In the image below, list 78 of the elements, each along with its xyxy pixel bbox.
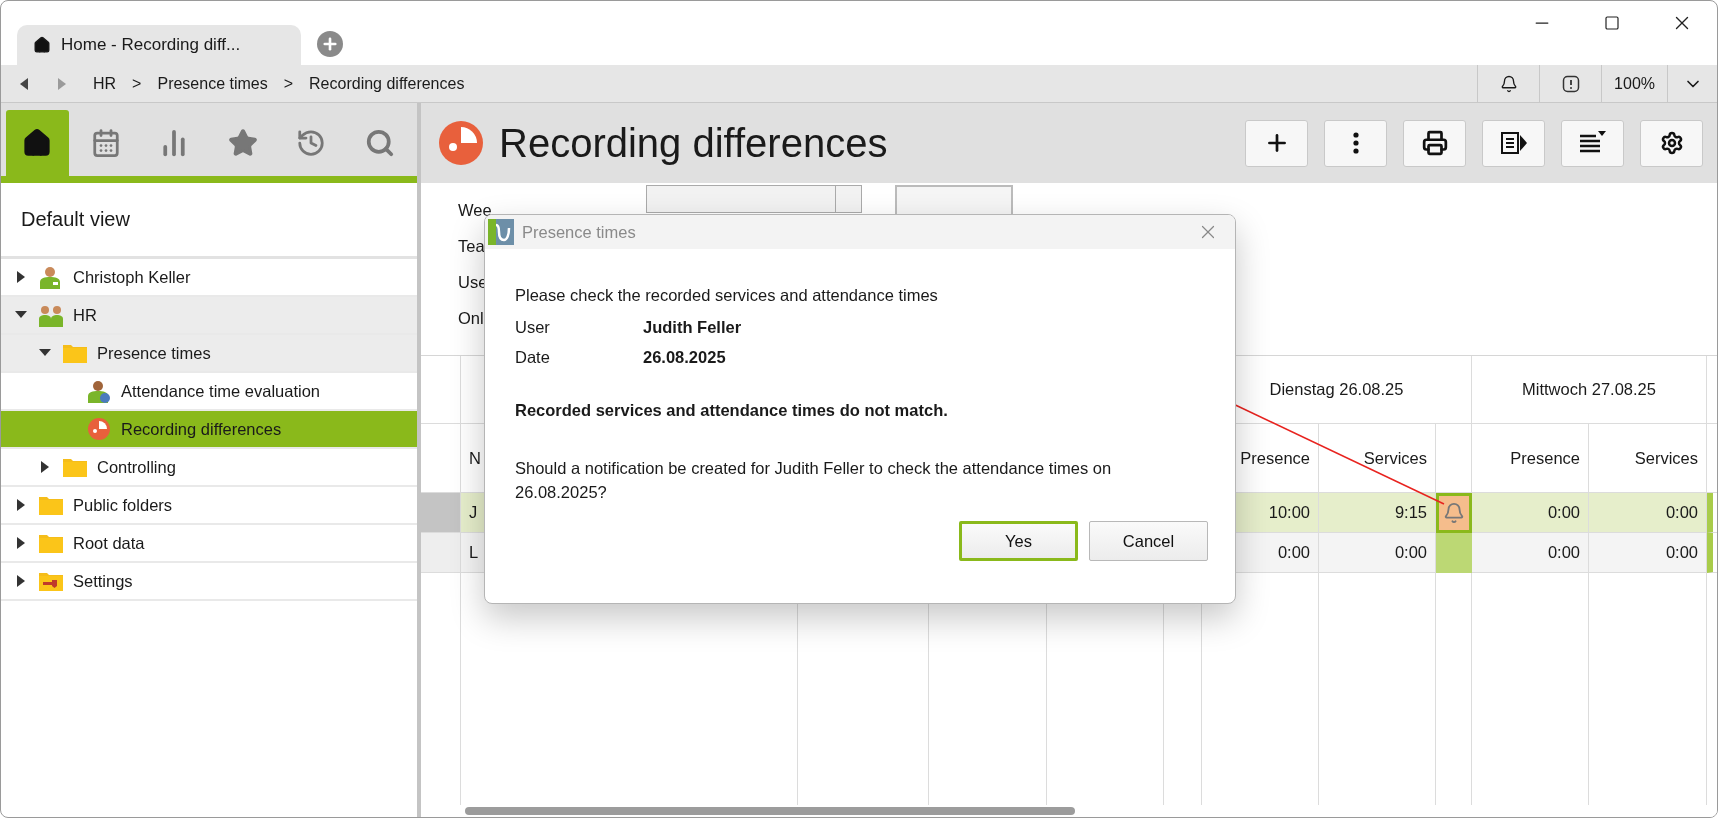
page-title: Recording differences xyxy=(499,120,888,166)
add-button[interactable] xyxy=(1245,119,1308,167)
people-icon xyxy=(39,303,63,327)
breadcrumb-separator: > xyxy=(132,74,142,93)
default-button[interactable]: Yes xyxy=(959,521,1078,561)
star-icon xyxy=(227,128,258,158)
back-icon[interactable] xyxy=(18,77,30,90)
sidebar-tab[interactable] xyxy=(6,110,69,176)
maximize-icon[interactable] xyxy=(1604,15,1620,31)
calendar-icon xyxy=(90,128,121,158)
bell-icon[interactable] xyxy=(1499,74,1518,93)
search-icon xyxy=(364,128,395,158)
folder-icon xyxy=(39,533,63,553)
plus-icon xyxy=(321,35,339,53)
day-header: Mittwoch 27.08.25 xyxy=(1472,356,1707,424)
new-tab-button[interactable] xyxy=(317,31,343,57)
breadcrumb-link[interactable]: Recording differences xyxy=(309,74,465,93)
table-cell: 0:00 xyxy=(1319,533,1436,573)
filter-label: Onl xyxy=(458,309,484,328)
column-header: Services xyxy=(1589,424,1707,493)
date-field[interactable] xyxy=(646,185,862,213)
table-cell: 0:00 xyxy=(1472,533,1589,573)
caret-icon[interactable] xyxy=(15,537,27,549)
caret-icon[interactable] xyxy=(15,575,27,587)
export-button[interactable] xyxy=(1482,119,1545,167)
filter-label: Tea xyxy=(458,237,485,256)
tree-item[interactable]: HR xyxy=(1,297,417,335)
tree-item[interactable]: Recording differences xyxy=(1,411,417,449)
person-icon xyxy=(39,265,63,289)
tree-item[interactable]: Presence times xyxy=(1,335,417,373)
document-arrow-icon xyxy=(1499,131,1528,155)
warning-message: Recorded services and attendance times do not match. xyxy=(515,401,949,420)
more-icon xyxy=(1352,132,1359,154)
field-value: 26.08.2025 xyxy=(643,348,726,367)
app-logo-icon xyxy=(488,219,514,245)
dialog-message: Please check the recorded services and attendance times xyxy=(515,285,939,306)
folder-icon xyxy=(39,495,63,515)
dialog-title: Presence times xyxy=(522,222,636,242)
filter-label: Wee xyxy=(458,201,492,220)
settings-folder-icon xyxy=(39,571,63,591)
field-value: Judith Feller xyxy=(643,318,742,337)
breadcrumb-separator: > xyxy=(283,74,294,93)
browser-tab[interactable]: Home - Recording diff... xyxy=(17,25,301,65)
caret-icon[interactable] xyxy=(39,461,51,473)
home-icon xyxy=(22,128,53,158)
print-button[interactable] xyxy=(1403,119,1466,167)
settings-button[interactable] xyxy=(1640,119,1703,167)
exclamation-icon[interactable] xyxy=(1561,74,1580,93)
history-icon xyxy=(296,128,327,158)
pie-chart-icon xyxy=(437,119,485,167)
folder-icon xyxy=(63,457,87,477)
scrollbar[interactable] xyxy=(465,807,1075,815)
caret-icon[interactable] xyxy=(15,499,27,511)
folder-icon xyxy=(63,343,87,363)
breadcrumb-link[interactable]: HR xyxy=(93,74,117,93)
person-clock-icon xyxy=(87,379,111,403)
printer-icon xyxy=(1421,130,1448,156)
table-cell: 0:00 xyxy=(1589,493,1707,533)
column-header: Presence xyxy=(1472,424,1589,493)
dialog-button[interactable]: Cancel xyxy=(1089,521,1208,561)
column-header: Services xyxy=(1319,424,1436,493)
field-label: Date xyxy=(515,348,551,367)
table-cell: 9:15 xyxy=(1319,493,1436,533)
field-label: User xyxy=(515,318,551,337)
zoom-level[interactable]: 100% xyxy=(1601,65,1667,102)
settings-icon xyxy=(1659,131,1684,155)
forward-icon[interactable] xyxy=(56,77,68,90)
home-icon xyxy=(33,36,51,54)
caret-icon[interactable] xyxy=(15,271,27,283)
status-cell[interactable] xyxy=(1436,533,1472,573)
pie-chart-icon xyxy=(87,417,111,441)
alert-cell[interactable] xyxy=(1436,493,1472,533)
list-button[interactable] xyxy=(1561,119,1624,167)
table-cell: 0:00 xyxy=(1472,493,1589,533)
more-button[interactable] xyxy=(1324,119,1387,167)
table-cell: 0:00 xyxy=(1589,533,1707,573)
bell-icon xyxy=(1443,502,1465,524)
breadcrumb-link[interactable]: Presence times xyxy=(157,74,268,93)
